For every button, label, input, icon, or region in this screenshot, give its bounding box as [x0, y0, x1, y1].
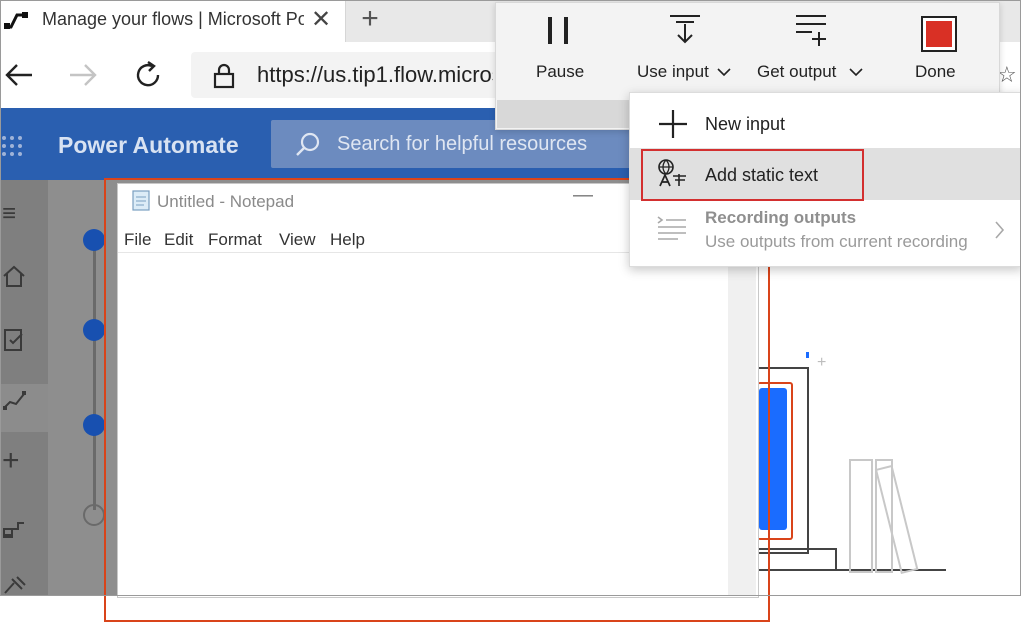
menu-edit[interactable]: Edit — [164, 230, 193, 250]
step-complete-check-icon — [83, 319, 105, 341]
menu-view[interactable]: View — [279, 230, 316, 250]
menu-file[interactable]: File — [124, 230, 151, 250]
book-illustration — [849, 459, 873, 573]
menu-format[interactable]: Format — [208, 230, 262, 250]
lock-icon[interactable] — [212, 63, 236, 89]
chevron-down-icon — [849, 68, 863, 77]
connectors-icon[interactable] — [2, 575, 28, 595]
new-tab-icon[interactable]: + — [355, 2, 385, 36]
menu-item-sublabel: Use outputs from current recording — [705, 232, 968, 251]
vertical-scrollbar[interactable] — [728, 255, 756, 596]
create-icon[interactable]: + — [2, 446, 20, 476]
use-input-icon — [670, 15, 700, 44]
done-label: Done — [915, 62, 956, 81]
stop-square — [926, 21, 952, 47]
app-launcher-icon[interactable] — [0, 134, 24, 158]
menu-item-label: New input — [705, 114, 786, 134]
tab-title: Manage your flows | Microsoft Power Auto… — [42, 9, 304, 29]
step-complete-check-icon — [83, 414, 105, 436]
url-text: https://us.tip1.flow.microsoft.com — [257, 62, 493, 87]
clipboard-check-icon[interactable] — [2, 326, 26, 352]
step-progress-line — [93, 250, 96, 510]
my-flows-icon[interactable] — [2, 388, 28, 412]
tab-close-icon[interactable]: ✕ — [306, 5, 336, 35]
sparkle-icon — [806, 352, 809, 358]
use-input-label: Use input — [637, 62, 709, 81]
sparkle-plus-icon: + — [817, 354, 827, 371]
menu-help[interactable]: Help — [330, 230, 365, 250]
notepad-title: Untitled - Notepad — [157, 192, 295, 211]
pause-icon — [548, 17, 552, 44]
menu-item-new-input[interactable] — [630, 97, 1020, 147]
notepad-icon — [132, 190, 150, 211]
get-output-icon — [796, 15, 826, 46]
notepad-text-area[interactable] — [118, 253, 728, 596]
get-output-label: Get output — [757, 62, 837, 81]
refresh-icon[interactable] — [134, 60, 164, 90]
search-icon — [296, 132, 320, 156]
pause-label: Pause — [536, 62, 585, 81]
chevron-down-icon — [717, 68, 731, 77]
forward-icon[interactable] — [68, 62, 98, 88]
hamburger-menu-icon[interactable]: ≡ — [2, 200, 16, 228]
chevron-right-icon — [995, 221, 1005, 239]
power-automate-favicon-icon — [4, 12, 28, 29]
back-icon[interactable] — [4, 62, 34, 88]
templates-icon[interactable] — [2, 515, 28, 539]
home-icon[interactable] — [2, 264, 26, 288]
step-complete-check-icon — [83, 229, 105, 251]
minimize-icon[interactable]: — — [573, 184, 593, 207]
plus-icon — [659, 110, 687, 138]
list-icon — [657, 216, 686, 240]
highlight-callout-box — [641, 149, 864, 201]
app-title[interactable]: Power Automate — [58, 132, 239, 159]
pause-icon — [564, 17, 568, 44]
stop-icon — [921, 16, 957, 52]
menu-item-label: Recording outputs — [705, 208, 857, 227]
step-pending-circle-icon — [83, 504, 105, 526]
search-placeholder: Search for helpful resources — [337, 133, 588, 155]
